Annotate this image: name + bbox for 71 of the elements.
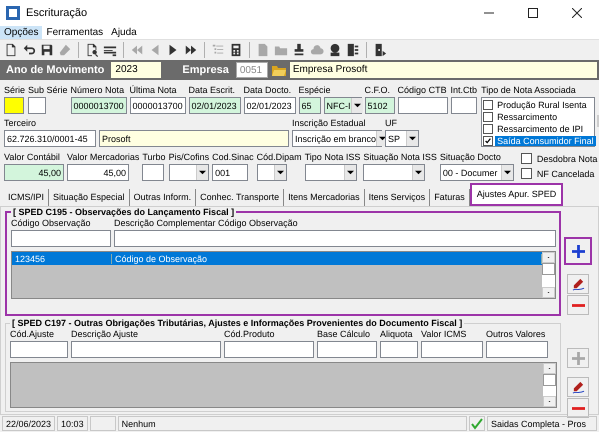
field-label: Tipo Nota ISS	[304, 151, 360, 163]
status-date: 22/06/2023	[2, 416, 56, 431]
column-label: Cód.Ajuste	[10, 328, 56, 340]
text-field[interactable]: 0000013700	[130, 97, 186, 114]
table-cell: 123456	[12, 254, 112, 264]
column-label: Descrição Complementar Código Observação	[114, 217, 299, 229]
field-label: Inscrição Estadual	[292, 117, 367, 129]
text-field[interactable]: 02/01/2023	[188, 97, 241, 114]
column-label: Código Observação	[11, 217, 92, 229]
status-module: Saidas Completa - Pros	[487, 416, 597, 431]
dropdown[interactable]: SP	[385, 130, 419, 147]
dropdown[interactable]: Inscrição em branco	[292, 130, 382, 147]
menu-item[interactable]: Ferramentas	[42, 26, 108, 38]
text-field[interactable]: 02/01/2023	[244, 97, 296, 114]
text-field[interactable]: 5102	[364, 97, 395, 114]
field-label: Sub Série	[28, 84, 68, 96]
company-code-field[interactable]: 0051	[236, 62, 268, 78]
field-label: Int.Ctb	[450, 84, 478, 96]
field-label: Cód.Dipam	[256, 151, 302, 163]
field-label: Cod.Sinac	[212, 151, 254, 163]
field-label: Situação Docto	[440, 151, 502, 163]
field-label: Turbo	[142, 151, 166, 163]
dropdown[interactable]: NFC-I	[324, 97, 362, 114]
column-label: Cód.Produto	[224, 328, 276, 340]
section-title: [ SPED C195 - Observações do Lançamento Fiscal ]	[12, 207, 236, 217]
grid-row[interactable]: 123456 Código de Observação	[12, 252, 542, 265]
column-label: Valor ICMS	[421, 328, 468, 340]
list-item[interactable]: Saída Consumidor Final	[495, 136, 596, 146]
field-label: Última Nota	[130, 84, 178, 96]
window-title: Escrituração	[26, 6, 88, 18]
menu-item[interactable]: Ajuda	[107, 26, 141, 38]
field-label: Data Docto.	[244, 84, 292, 96]
text-field[interactable]: 45,00	[67, 164, 129, 181]
text-field[interactable]: 001	[212, 164, 248, 181]
section-title: [ SPED C197 - Outras Obrigações Tributárias, Ajustes e Informações Provenientes do Documento Fiscal ]	[11, 318, 464, 328]
tab[interactable]: Ajustes Apur. SPED	[470, 183, 564, 206]
column-label: Base Cálculo	[317, 328, 372, 340]
year-field[interactable]: 2023	[111, 62, 162, 78]
status-time: 10:03	[57, 416, 88, 431]
text-field[interactable]: 62.726.310/0001-45	[4, 130, 96, 147]
menu-item[interactable]: Opções	[0, 26, 42, 38]
field-label: Terceiro	[4, 117, 38, 129]
field-label: C.F.O.	[364, 84, 392, 96]
checkbox-label: NF Cancelada	[536, 168, 594, 178]
field-label: Pis/Cofins	[168, 151, 210, 163]
field-label: Espécie	[298, 84, 332, 96]
dropdown[interactable]: 00 - Documer	[440, 164, 514, 181]
company-name-field[interactable]: Empresa Prosoft	[290, 62, 597, 78]
field-label: Situação Nota ISS	[363, 151, 437, 163]
checkbox-label: Desdobra Nota	[536, 154, 598, 164]
text-field[interactable]: 65	[298, 97, 321, 114]
field-label: Código CTB	[398, 84, 448, 96]
field-label: Valor Contábil	[4, 151, 61, 163]
text-field[interactable]: 0000013700	[70, 97, 127, 114]
list-item[interactable]: Produção Rural Isenta	[495, 100, 589, 110]
column-label: Aliquota	[380, 328, 414, 340]
column-label: Descrição Ajuste	[71, 328, 140, 340]
field-label: Data Escrit.	[188, 84, 236, 96]
field-label: Série	[4, 84, 26, 96]
field-label: Valor Mercadorias	[67, 151, 140, 163]
field-label: Número Nota	[70, 84, 126, 96]
text-field[interactable]: Prosoft	[99, 130, 289, 147]
list-item[interactable]: Ressarcimento	[495, 112, 560, 122]
status-message: Nenhum	[118, 416, 467, 431]
field-label: UF	[385, 117, 398, 129]
list-item[interactable]: Ressarcimento de IPI	[495, 124, 586, 134]
text-field[interactable]: 45,00	[4, 164, 64, 181]
company-label: Empresa	[181, 64, 230, 76]
field-label: Tipo de Nota Associada	[481, 84, 577, 96]
year-label: Ano de Movimento	[5, 64, 106, 76]
column-label: Outros Valores	[486, 328, 546, 340]
